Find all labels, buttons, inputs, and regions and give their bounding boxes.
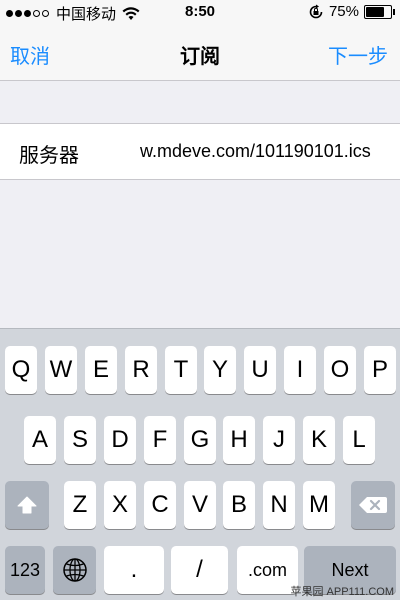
key-n[interactable]: N [263,481,295,529]
battery-percent: 75% [328,3,359,20]
numbers-key[interactable]: 123 [5,546,45,594]
navigation-bar: 取消 订阅 下一步 [0,26,400,81]
slash-key[interactable]: / [171,546,228,594]
server-row: 服务器 [0,123,400,180]
key-j[interactable]: J [263,416,295,464]
key-b[interactable]: B [223,481,255,529]
next-step-button[interactable]: 下一步 [328,40,388,69]
delete-icon [359,497,387,513]
key-i[interactable]: I [284,346,316,394]
status-right: 75% [308,3,395,20]
key-v[interactable]: V [184,481,216,529]
watermark: 苹果园 APP111.COM [290,586,394,598]
key-l[interactable]: L [343,416,375,464]
screen: 中国移动 8:50 75% 取消 订阅 下一步 服务器 w.mdeve.com/… [0,0,400,600]
key-c[interactable]: C [144,481,176,529]
key-q[interactable]: Q [5,346,37,394]
delete-key[interactable] [351,481,395,529]
status-bar: 中国移动 8:50 75% [0,0,400,26]
battery-icon [364,4,395,19]
key-h[interactable]: H [223,416,255,464]
shift-key[interactable] [5,481,49,529]
globe-icon [62,558,87,582]
key-g[interactable]: G [184,416,216,464]
key-r[interactable]: R [125,346,157,394]
key-s[interactable]: S [64,416,96,464]
dot-key[interactable]: . [104,546,164,594]
keyboard: Q W E R T Y U I O P A S D F G H J K L Z … [0,328,400,600]
key-k[interactable]: K [303,416,335,464]
key-p[interactable]: P [364,346,396,394]
key-y[interactable]: Y [204,346,236,394]
server-input[interactable] [140,134,390,168]
server-label: 服务器 [19,145,79,167]
key-o[interactable]: O [324,346,356,394]
globe-key[interactable] [53,546,96,594]
battery-fill [366,6,384,17]
key-t[interactable]: T [165,346,197,394]
key-f[interactable]: F [144,416,176,464]
key-u[interactable]: U [244,346,276,394]
orientation-lock-icon [309,4,323,18]
key-e[interactable]: E [85,346,117,394]
key-w[interactable]: W [45,346,77,394]
shift-icon [17,496,37,514]
key-d[interactable]: D [104,416,136,464]
key-a[interactable]: A [24,416,56,464]
dotcom-key[interactable]: .com [237,546,298,594]
key-z[interactable]: Z [64,481,96,529]
key-x[interactable]: X [104,481,136,529]
key-m[interactable]: M [303,481,335,529]
